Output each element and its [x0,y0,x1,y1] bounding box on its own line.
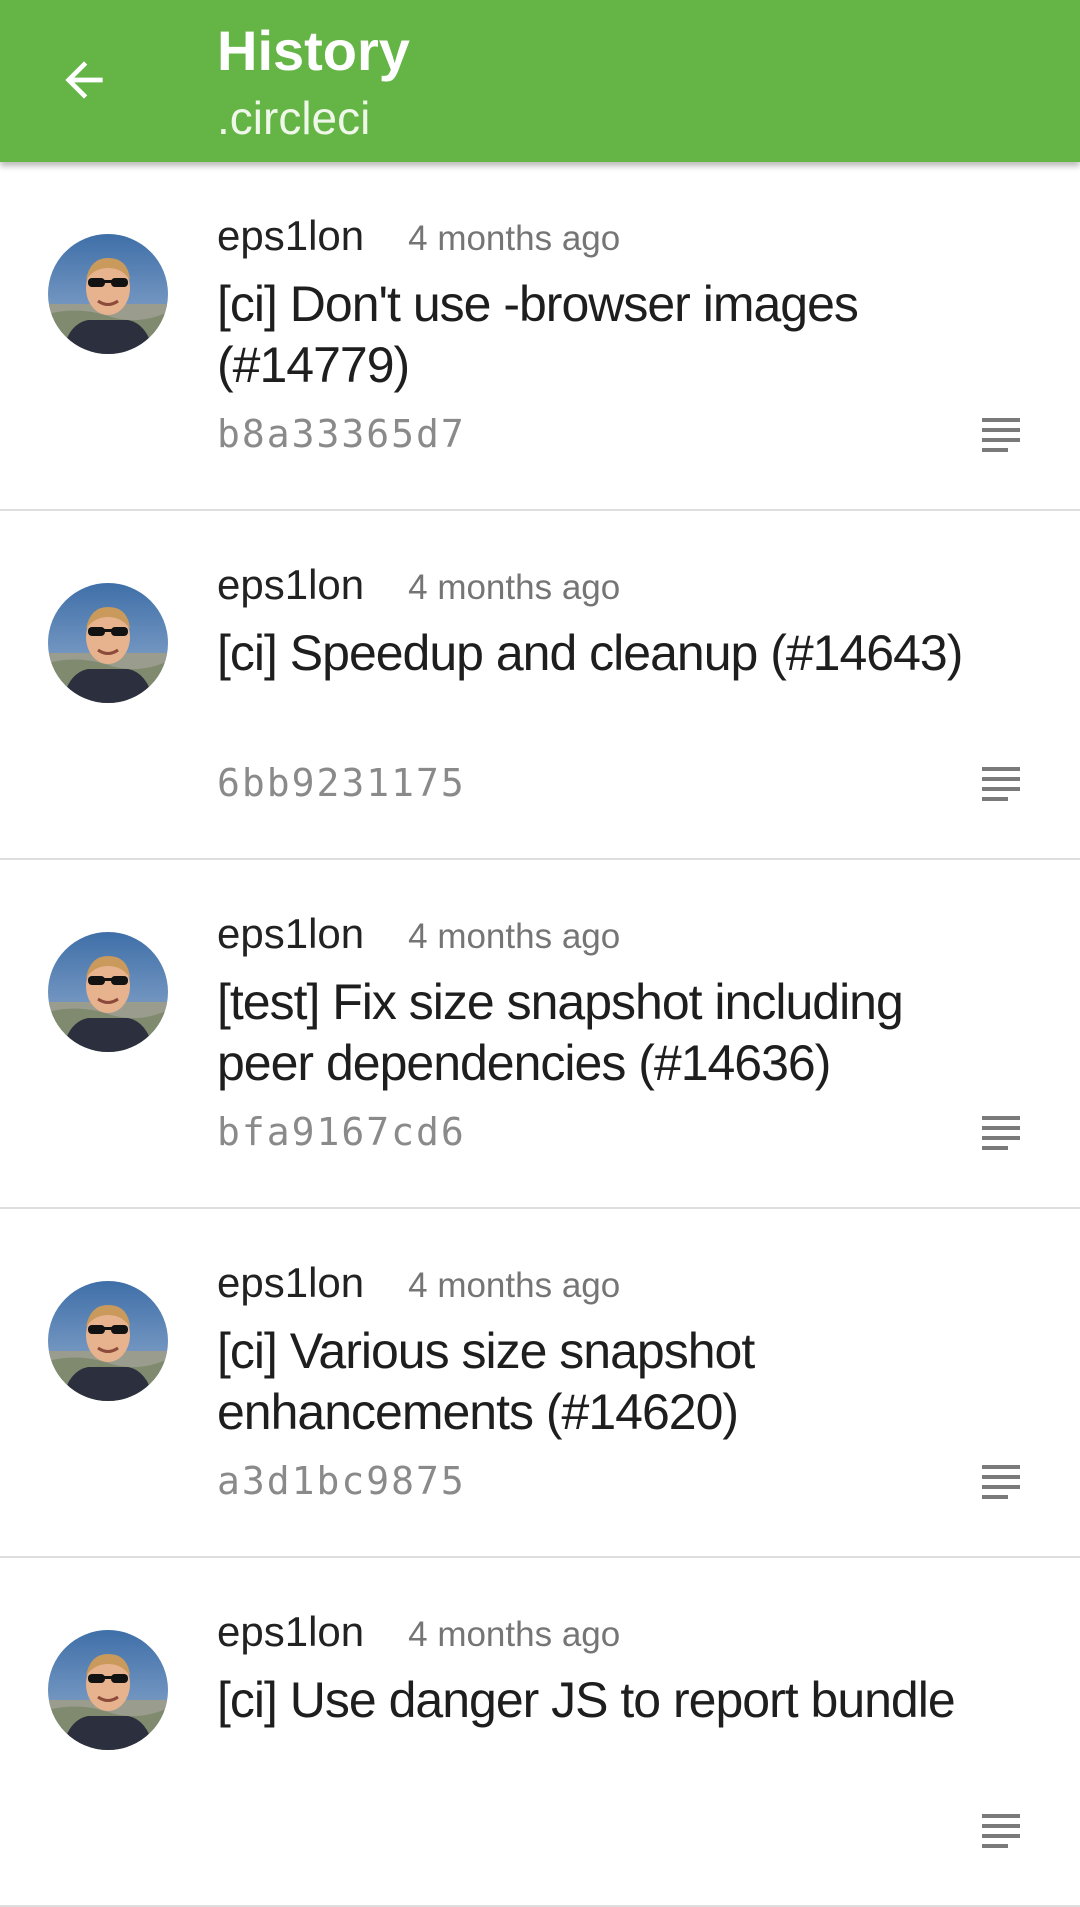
commit-meta: eps1lon 4 months ago [217,1259,620,1307]
avatar [48,234,168,354]
commit-meta: eps1lon 4 months ago [217,1608,620,1656]
commit-message: [ci] Use danger JS to report bundle [217,1672,956,1728]
list-item[interactable]: eps1lon 4 months ago [ci] Speedup and cle… [0,511,1080,860]
list-item[interactable]: eps1lon 4 months ago [ci] Various size sn… [0,1209,1080,1558]
details-icon[interactable] [980,765,1024,805]
commit-meta: eps1lon 4 months ago [217,212,620,260]
details-icon[interactable] [980,1114,1024,1154]
commit-message: [test] Fix size snapshot including peer … [217,974,904,1091]
page-subtitle: .circleci [217,92,371,144]
list-item[interactable]: eps1lon 4 months ago [test] Fix size snap… [0,860,1080,1209]
commit-time: 4 months ago [408,1615,621,1654]
commit-list: eps1lon 4 months ago [ci] Don't use -brow… [0,162,1080,1907]
commit-author: eps1lon [217,910,365,957]
commit-sha: 6bb9231175 [217,761,466,805]
details-icon[interactable] [980,1463,1024,1503]
commit-meta: eps1lon 4 months ago [217,910,620,958]
avatar [48,1281,168,1401]
commit-author: eps1lon [217,1259,365,1306]
back-button[interactable] [40,36,128,124]
commit-author: eps1lon [217,1608,365,1655]
list-item[interactable]: eps1lon 4 months ago [ci] Don't use -brow… [0,162,1080,511]
commit-sha: b8a33365d7 [217,412,466,456]
commit-author: eps1lon [217,561,365,608]
avatar [48,1630,168,1750]
commit-time: 4 months ago [408,219,621,258]
details-icon[interactable] [980,1812,1024,1852]
commit-time: 4 months ago [408,568,621,607]
details-icon[interactable] [980,416,1024,456]
commit-message: [ci] Various size snapshot enhancements … [217,1323,755,1440]
commit-author: eps1lon [217,212,365,259]
commit-time: 4 months ago [408,1266,621,1305]
commit-message: [ci] Don't use -browser images (#14779) [217,276,859,393]
page-title: History [217,19,410,82]
app-bar: History .circleci [0,0,1080,162]
commit-meta: eps1lon 4 months ago [217,561,620,609]
commit-message: [ci] Speedup and cleanup (#14643) [217,625,963,681]
commit-time: 4 months ago [408,917,621,956]
avatar [48,583,168,703]
avatar [48,932,168,1052]
commit-sha: bfa9167cd6 [217,1110,466,1154]
arrow-back-icon [65,61,103,99]
commit-sha: a3d1bc9875 [217,1459,466,1503]
list-item[interactable]: eps1lon 4 months ago [ci] Use danger JS t… [0,1558,1080,1907]
